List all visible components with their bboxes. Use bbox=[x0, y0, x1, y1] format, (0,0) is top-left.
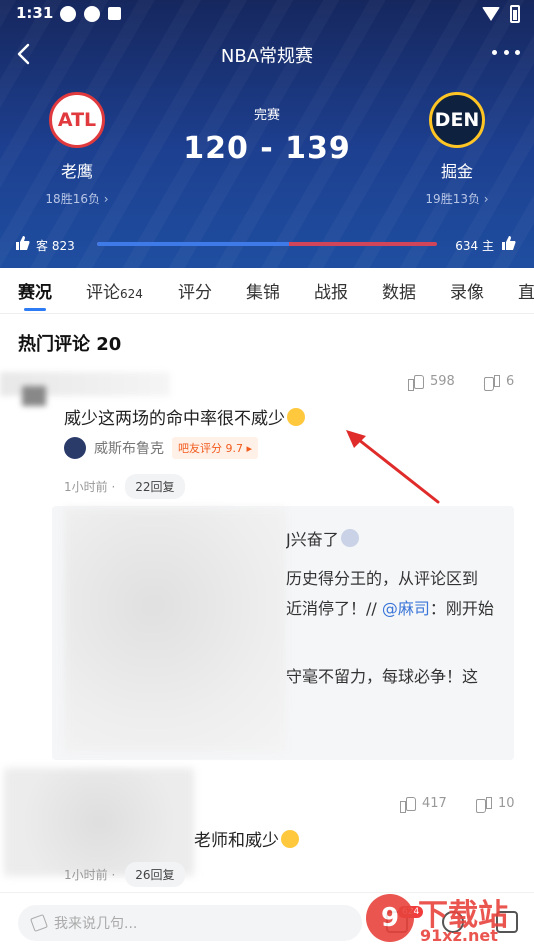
support-progress bbox=[97, 242, 437, 246]
reply-line: 近消停了！// @麻司：刚开始 bbox=[286, 599, 494, 618]
tab-comments[interactable]: 评论624 bbox=[86, 278, 143, 303]
notification-icon bbox=[84, 6, 100, 22]
wifi-icon bbox=[482, 7, 500, 21]
reply-line: 历史得分王的，从评论区到 bbox=[286, 569, 479, 588]
tab-replay[interactable]: 录像 bbox=[450, 278, 484, 303]
reply-line: J兴奋了 bbox=[286, 526, 359, 550]
notification-icons bbox=[60, 6, 121, 22]
blurred-avatar-area bbox=[4, 768, 194, 876]
page-title: NBA常规赛 bbox=[220, 46, 314, 67]
notification-icon bbox=[60, 6, 76, 22]
support-progress-fill bbox=[97, 242, 290, 246]
blurred-image bbox=[64, 508, 286, 752]
comment-time: 1小时前 · bbox=[64, 868, 116, 882]
home-likes: 634 主 bbox=[455, 239, 494, 253]
dislike-button[interactable]: 6 bbox=[484, 374, 514, 391]
replies-button[interactable]: 22回复 bbox=[125, 474, 185, 499]
status-time: 1:31 bbox=[16, 4, 54, 22]
section-title: 热门评论 20 bbox=[18, 334, 122, 355]
status-bar: 1:31 bbox=[0, 0, 534, 28]
tab-ratings[interactable]: 评分 bbox=[178, 278, 212, 303]
mention-link[interactable]: @麻司 bbox=[382, 599, 430, 618]
support-bar: 客 823 634 主 bbox=[0, 232, 534, 256]
emoji-icon bbox=[287, 408, 305, 426]
scoreboard: 完赛 120 - 139 bbox=[167, 104, 367, 166]
thumbs-up-icon[interactable] bbox=[502, 236, 516, 250]
team-logo-den: DEN bbox=[429, 92, 485, 148]
site-watermark: 9 下载站 91xz.net bbox=[362, 888, 532, 950]
away-likes: 客 823 bbox=[36, 239, 75, 253]
tab-stats[interactable]: 数据 bbox=[382, 278, 416, 303]
annotation-arrow bbox=[346, 430, 440, 504]
pen-icon bbox=[30, 914, 48, 932]
emoji-icon bbox=[281, 830, 299, 848]
battery-icon bbox=[510, 5, 520, 23]
rating-badge: 吧友评分 9.7 ▸ bbox=[172, 437, 259, 459]
tab-bar: 赛况 评论624 评分 集锦 战报 数据 录像 直 bbox=[0, 268, 534, 314]
player-name: 威斯布鲁克 bbox=[94, 441, 164, 457]
avatar[interactable] bbox=[22, 386, 46, 406]
comment-meta: 1小时前 · 26回复 bbox=[64, 862, 185, 887]
active-tab-indicator bbox=[24, 308, 46, 311]
more-icon[interactable] bbox=[492, 46, 520, 58]
away-team[interactable]: DEN 掘金 19胜13负 › bbox=[402, 92, 512, 207]
tab-report[interactable]: 战报 bbox=[314, 278, 348, 303]
top-nav: NBA常规赛 bbox=[0, 36, 534, 72]
comment-text[interactable]: 老师和威少 bbox=[194, 826, 299, 851]
watermark-logo: 9 bbox=[366, 894, 414, 942]
team-record[interactable]: 19胜13负 › bbox=[402, 190, 512, 207]
like-button[interactable]: 417 bbox=[400, 796, 447, 813]
system-icons bbox=[482, 5, 520, 23]
emoji-icon bbox=[340, 529, 359, 547]
player-tag[interactable]: 威斯布鲁克 吧友评分 9.7 ▸ bbox=[64, 437, 259, 459]
game-status: 完赛 bbox=[253, 108, 280, 123]
notification-icon bbox=[108, 7, 121, 20]
team-name: 掘金 bbox=[440, 162, 473, 181]
tab-highlights[interactable]: 集锦 bbox=[246, 278, 280, 303]
comment-time: 1小时前 · bbox=[64, 480, 116, 494]
team-logo-atl: ATL bbox=[49, 92, 105, 148]
reply-line: 守毫不留力，每球必争！这 bbox=[286, 667, 479, 686]
home-team[interactable]: ATL 老鹰 18胜16负 › bbox=[22, 92, 132, 207]
score: 120 - 139 bbox=[183, 131, 351, 166]
comment-text[interactable]: 威少这两场的命中率很不威少 bbox=[64, 404, 305, 429]
like-button[interactable]: 598 bbox=[408, 374, 455, 391]
comment-input[interactable]: 我来说几句... bbox=[18, 905, 362, 941]
player-avatar bbox=[64, 437, 86, 459]
like-icon bbox=[408, 374, 424, 391]
replies-button[interactable]: 26回复 bbox=[125, 862, 185, 887]
dislike-button[interactable]: 10 bbox=[476, 796, 515, 813]
like-icon bbox=[400, 796, 416, 813]
dislike-icon bbox=[476, 796, 492, 813]
dislike-icon bbox=[484, 374, 500, 391]
team-record[interactable]: 18胜16负 › bbox=[22, 190, 132, 207]
tab-live[interactable]: 赛况 bbox=[18, 278, 52, 303]
watermark-url: 91xz.net bbox=[420, 926, 498, 945]
thumbs-up-icon[interactable] bbox=[16, 236, 30, 250]
team-name: 老鹰 bbox=[60, 162, 93, 181]
comment-meta: 1小时前 · 22回复 bbox=[64, 474, 185, 499]
tab-live-stream[interactable]: 直 bbox=[518, 278, 534, 303]
